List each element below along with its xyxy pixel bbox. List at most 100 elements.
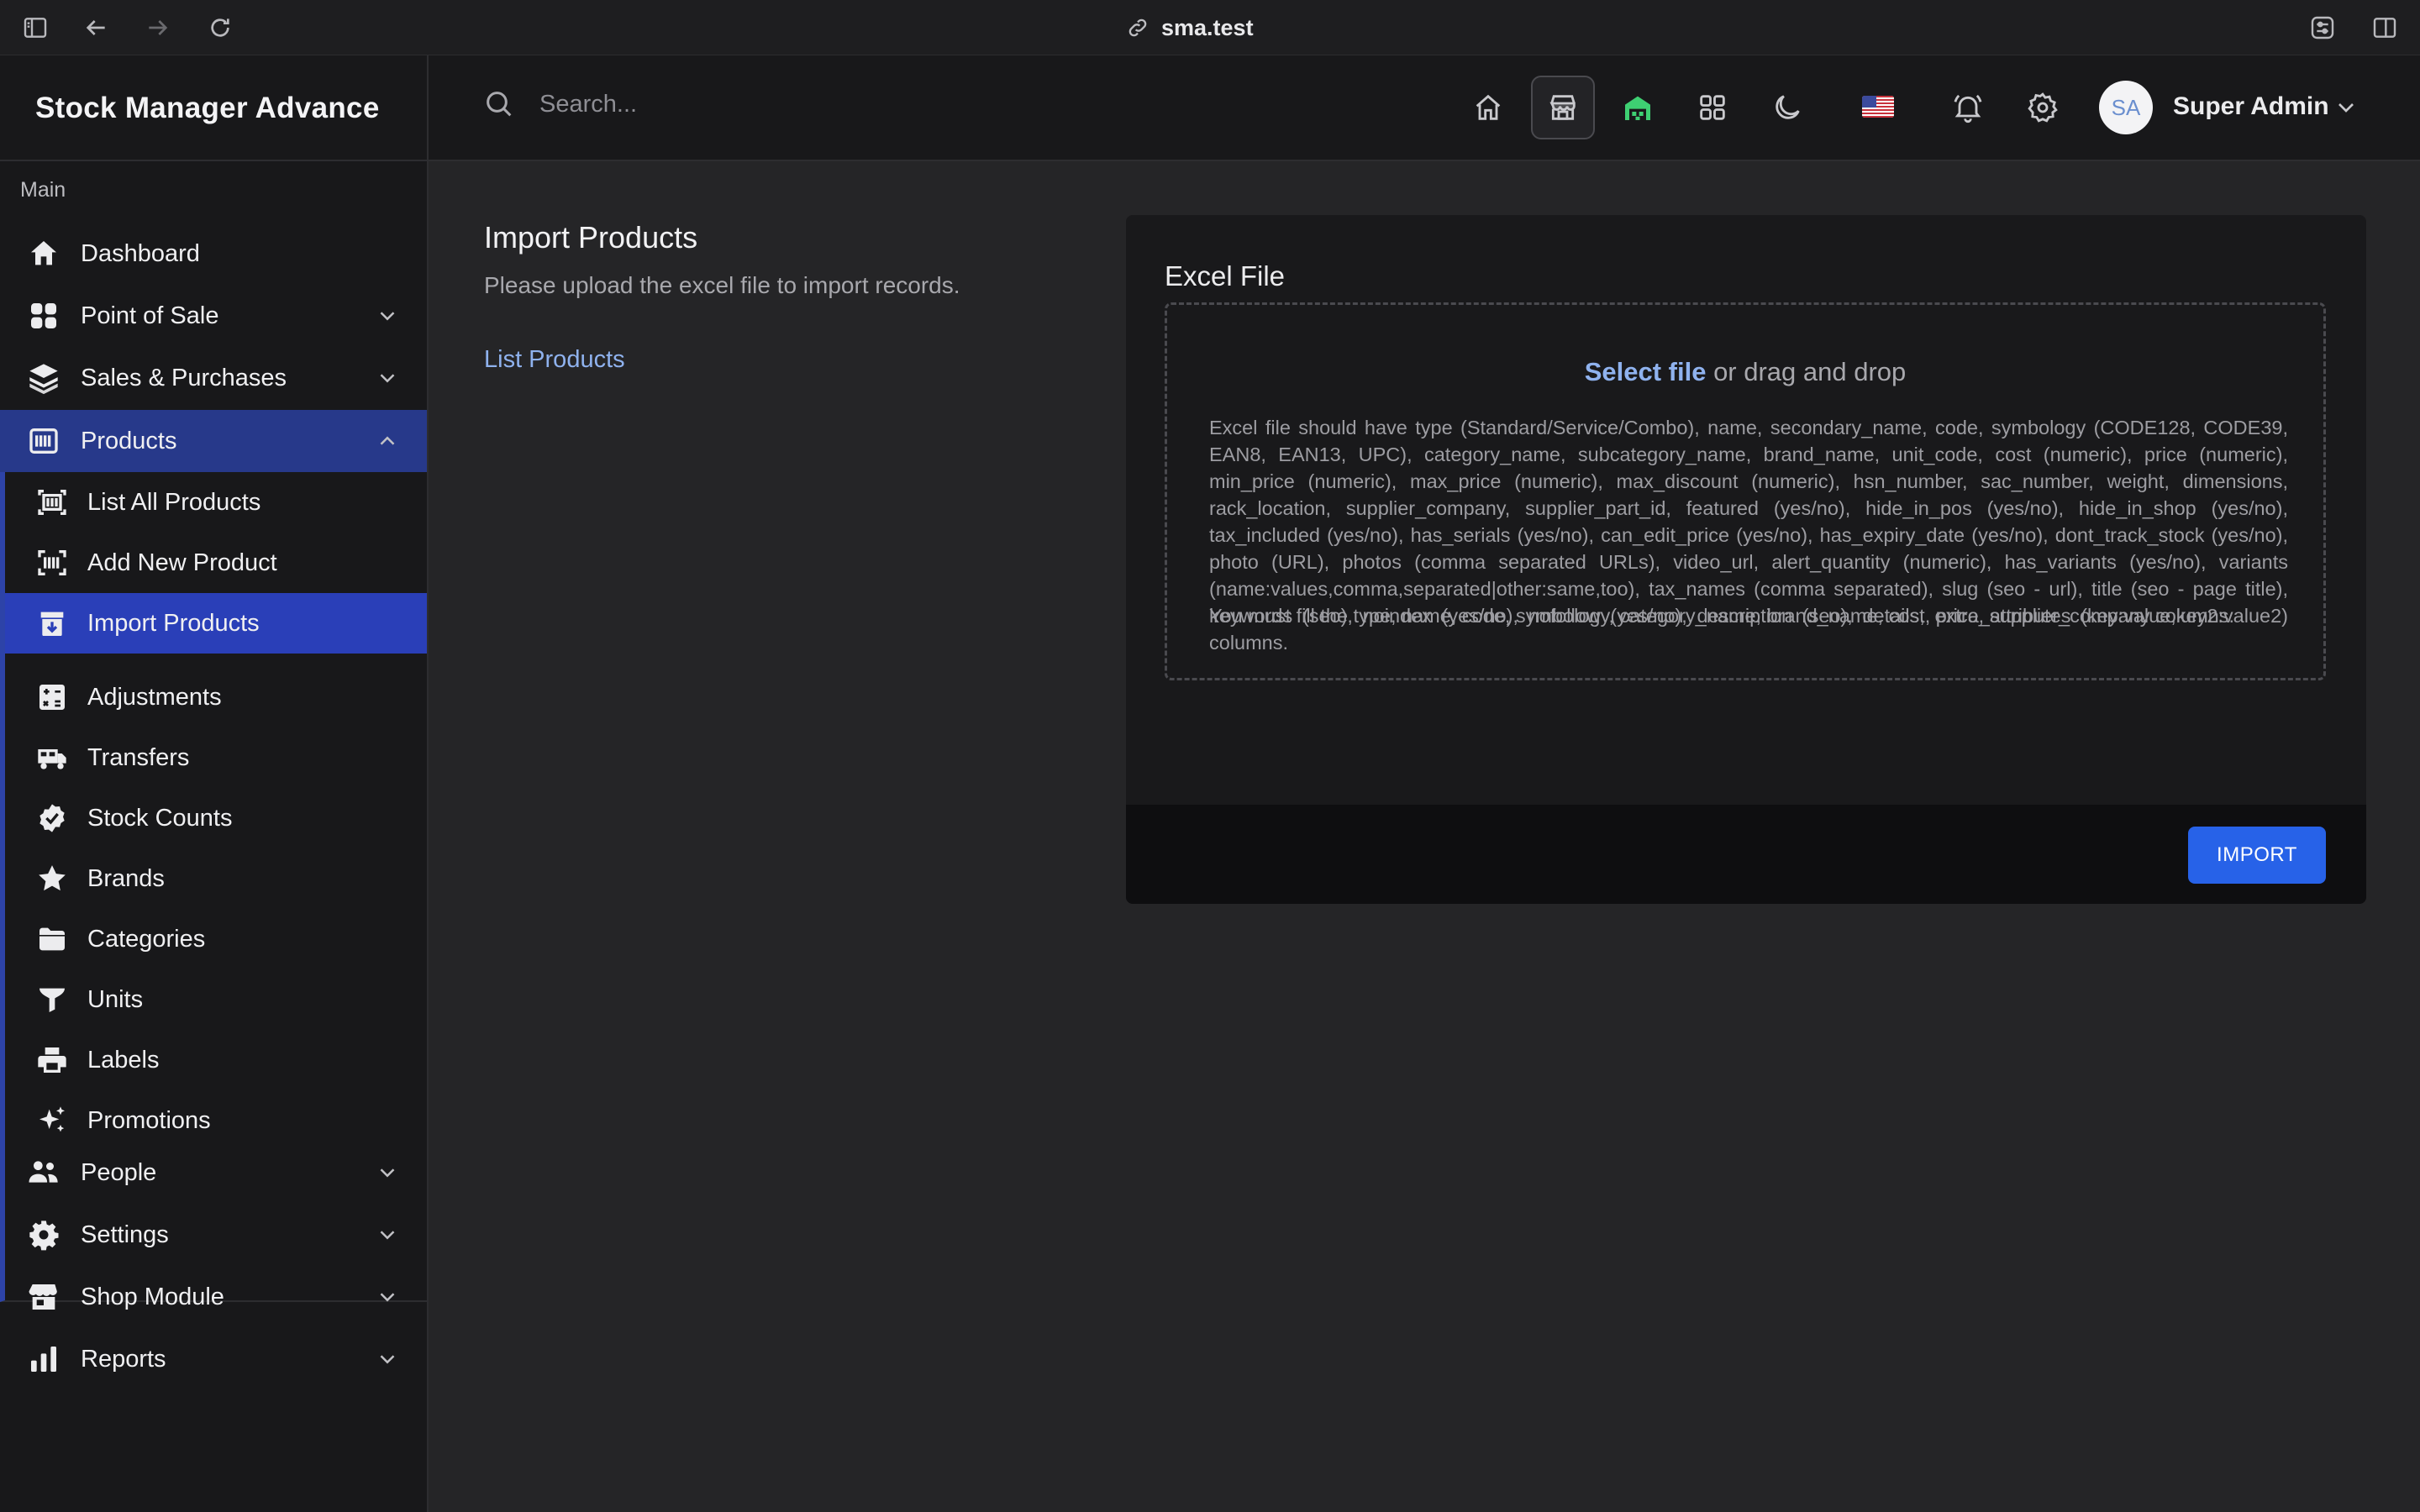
submenu-item-transfers[interactable]: Transfers [5, 727, 427, 788]
user-name[interactable]: Super Admin [2173, 92, 2329, 121]
chevron-down-icon [375, 1284, 400, 1310]
home-icon [27, 237, 60, 270]
import-icon [35, 606, 69, 640]
moon-icon[interactable] [1755, 76, 1819, 139]
printer-icon [35, 1043, 69, 1077]
sidebar-toggle-icon[interactable] [22, 14, 49, 41]
store-icon [27, 1280, 60, 1314]
submenu-item-list-all-products[interactable]: List All Products [5, 472, 427, 533]
sidebar-item-point-of-sale[interactable]: Point of Sale [0, 286, 427, 346]
search-bar [482, 87, 1044, 121]
apps-grid-icon[interactable] [1681, 76, 1744, 139]
grid-icon [27, 299, 60, 333]
file-dropzone[interactable]: Select file or drag and drop Excel file … [1165, 302, 2326, 680]
sidebar-item-label: Point of Sale [81, 302, 219, 329]
chevron-down-icon [375, 365, 400, 391]
sidebar-item-label: Sales & Purchases [81, 364, 287, 391]
submenu-item-add-new-product[interactable]: Add New Product [5, 533, 427, 593]
chevron-down-icon [375, 1222, 400, 1247]
chevron-up-icon [375, 428, 400, 454]
reload-icon[interactable] [207, 14, 234, 41]
submenu-item-label: Units [87, 985, 144, 1013]
calculator-icon [35, 680, 69, 714]
search-icon[interactable] [482, 87, 516, 121]
sidebar-item-shop-module[interactable]: Shop Module [0, 1267, 427, 1327]
sidebar-item-reports[interactable]: Reports [0, 1329, 427, 1389]
submenu-item-label: Add New Product [87, 549, 277, 576]
card-title: Excel File [1165, 260, 1286, 291]
folder-icon [35, 922, 69, 956]
url-text: sma.test [1161, 14, 1254, 40]
gear-icon[interactable] [2011, 76, 2075, 139]
browser-toolbar: sma.test [0, 0, 2420, 55]
submenu-item-labels[interactable]: Labels [5, 1030, 427, 1090]
sidebar-section-label: Main [20, 178, 66, 202]
import-button[interactable]: IMPORT [2188, 827, 2326, 884]
barcode-scan-icon [35, 546, 69, 580]
submenu-item-brands[interactable]: Brands [5, 848, 427, 909]
chevron-down-icon [375, 1347, 400, 1372]
sidebar-item-dashboard[interactable]: Dashboard [0, 223, 427, 284]
submenu-item-import-products[interactable]: Import Products [5, 593, 427, 654]
submenu-item-label: Transfers [87, 743, 190, 771]
truck-icon [35, 741, 69, 774]
chart-icon [27, 1342, 60, 1376]
store-icon[interactable] [1531, 76, 1595, 139]
submenu-item-label: Stock Counts [87, 804, 233, 832]
sidebar: Main Dashboard Point of Sale Sales & Pur… [0, 161, 429, 1512]
back-arrow-icon[interactable] [82, 14, 109, 41]
address-bar[interactable]: sma.test [1126, 0, 1254, 55]
bell-icon[interactable] [1936, 76, 2000, 139]
required-columns-note: You must fill the type, name, code, symb… [1209, 605, 2235, 627]
select-file-link[interactable]: Select file [1585, 357, 1707, 386]
barcode-box-icon [35, 486, 69, 519]
warehouse-icon[interactable] [1606, 76, 1670, 139]
check-badge-icon [35, 801, 69, 835]
submenu-item-categories[interactable]: Categories [5, 909, 427, 969]
sidebar-item-people[interactable]: People [0, 1142, 427, 1203]
extensions-icon[interactable] [2309, 14, 2336, 41]
funnel-icon [35, 983, 69, 1016]
submenu-item-label: Import Products [87, 609, 260, 637]
gear-icon [27, 1218, 60, 1252]
sidebar-item-label: People [81, 1158, 157, 1186]
sidebar-item-label: Shop Module [81, 1283, 224, 1310]
users-icon [27, 1156, 60, 1189]
layers-icon [27, 361, 60, 395]
sparkles-icon [35, 1104, 69, 1137]
submenu-item-label: List All Products [87, 488, 261, 516]
submenu-item-label: Brands [87, 864, 165, 892]
sidebar-item-settings[interactable]: Settings [0, 1205, 427, 1265]
submenu-item-label: Labels [87, 1046, 160, 1074]
brand-logo[interactable]: Stock Manager Advance [0, 55, 429, 161]
split-view-icon[interactable] [2371, 14, 2398, 41]
star-icon [35, 862, 69, 895]
search-input[interactable] [539, 90, 1044, 118]
submenu-item-label: Categories [87, 925, 206, 953]
page-title: Import Products [484, 220, 698, 255]
sidebar-item-label: Settings [81, 1221, 169, 1248]
chevron-down-icon [375, 1160, 400, 1185]
link-icon [1128, 18, 1147, 37]
avatar[interactable]: SA [2099, 81, 2153, 134]
submenu-item-units[interactable]: Units [5, 969, 427, 1030]
barcode-icon [27, 424, 60, 458]
page-description: Please upload the excel file to import r… [484, 272, 960, 298]
submenu-item-stock-counts[interactable]: Stock Counts [5, 788, 427, 848]
submenu-item-label: Promotions [87, 1106, 211, 1134]
sidebar-item-label: Products [81, 427, 177, 454]
import-card: Excel File Select file or drag and drop … [1126, 215, 2366, 904]
forward-arrow-icon[interactable] [145, 14, 171, 41]
sidebar-item-sales-purchases[interactable]: Sales & Purchases [0, 348, 427, 408]
sidebar-item-products[interactable]: Products [0, 410, 427, 472]
list-products-link[interactable]: List Products [484, 346, 625, 374]
submenu-item-label: Adjustments [87, 683, 222, 711]
submenu-item-adjustments[interactable]: Adjustments [5, 667, 427, 727]
us-flag-icon[interactable] [1862, 96, 1894, 118]
sidebar-item-label: Reports [81, 1345, 166, 1373]
chevron-down-icon[interactable] [2333, 94, 2360, 121]
card-footer: IMPORT [1126, 805, 2366, 904]
home-icon[interactable] [1456, 76, 1520, 139]
sidebar-item-label: Dashboard [81, 239, 200, 267]
drag-drop-text: or drag and drop [1706, 357, 1907, 386]
